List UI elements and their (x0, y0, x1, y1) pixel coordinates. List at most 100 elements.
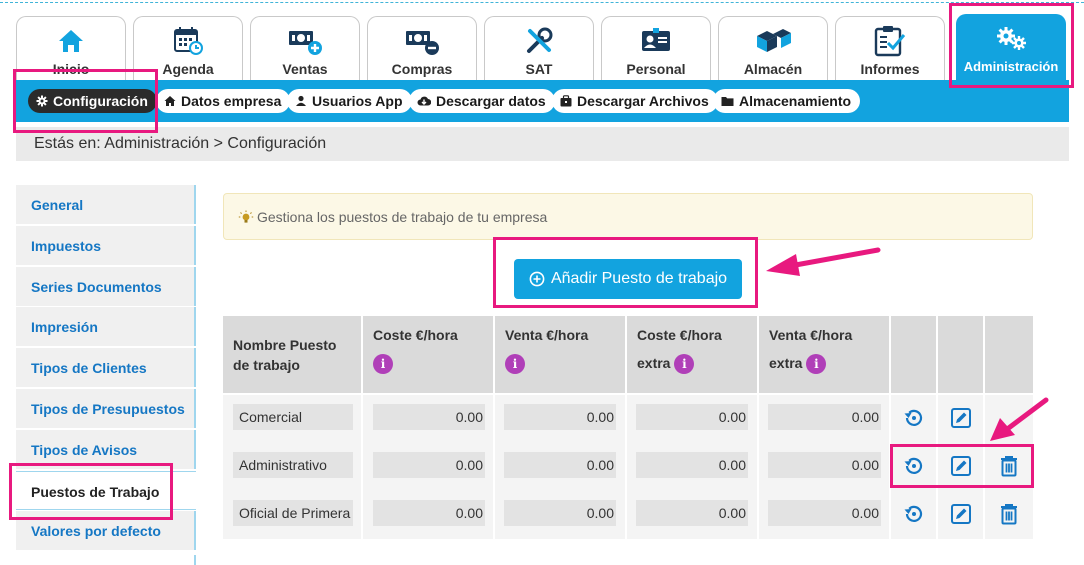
side-item-general[interactable]: General (16, 185, 196, 224)
side-item-impresion[interactable]: Impresión (16, 307, 196, 346)
sale-hour-field[interactable]: 0.00 (504, 404, 616, 430)
sale-hour-extra-field[interactable]: 0.00 (768, 500, 881, 526)
restore-button[interactable] (902, 406, 926, 430)
sale-hour-field[interactable]: 0.00 (504, 500, 616, 526)
column-header-restore (891, 316, 936, 393)
info-notice: Gestiona los puestos de trabajo de tu em… (223, 193, 1033, 240)
cost-hour-field[interactable]: 0.00 (373, 452, 485, 478)
breadcrumb: Estás en: Administración > Configuración (16, 127, 1069, 161)
job-name-field[interactable]: Administrativo (233, 452, 353, 478)
side-item-label: Tipos de Presupuestos (31, 401, 185, 417)
briefcase-icon (560, 95, 572, 107)
delete-button[interactable] (997, 454, 1021, 478)
subnav-descargar-datos[interactable]: Descargar datos (409, 89, 555, 113)
job-name-field[interactable]: Comercial (233, 404, 353, 430)
side-item-label: Impuestos (31, 238, 102, 254)
subnav-label: Almacenamiento (739, 93, 852, 109)
plus-circle-icon (529, 271, 545, 287)
lightbulb-icon (238, 210, 254, 224)
top-dashed-border (0, 2, 1084, 3)
edit-icon (951, 504, 971, 524)
edit-button[interactable] (949, 502, 973, 526)
subnav-label: Usuarios App (312, 93, 403, 109)
module-tab-administracion[interactable]: Administración (956, 14, 1066, 80)
job-positions-table: Nombre Puesto de trabajo Coste €/hora i … (223, 316, 1033, 539)
module-tab-label: Compras (391, 61, 453, 77)
module-tab-label: Almacén (743, 61, 803, 77)
sale-hour-field[interactable]: 0.00 (504, 452, 616, 478)
side-item-tipos-avisos[interactable]: Tipos de Avisos (16, 430, 196, 469)
subnav-configuracion[interactable]: Configuración (28, 89, 157, 113)
subnav-datos-empresa[interactable]: Datos empresa (156, 89, 291, 113)
job-name-field[interactable]: Oficial de Primera (233, 500, 353, 526)
module-tab-informes[interactable]: Informes (835, 16, 945, 80)
module-tab-almacen[interactable]: Almacén (718, 16, 828, 80)
side-item-label: General (31, 197, 84, 213)
delete-button[interactable] (997, 502, 1021, 526)
side-item-impuestos[interactable]: Impuestos (16, 226, 196, 265)
subnav-almacenamiento[interactable]: Almacenamiento (713, 89, 861, 113)
module-tab-sat[interactable]: SAT (484, 16, 594, 80)
sale-hour-extra-field[interactable]: 0.00 (768, 404, 881, 430)
column-divider (757, 316, 759, 539)
restore-icon (904, 457, 923, 474)
module-tab-label: SAT (525, 61, 553, 77)
cost-hour-field[interactable]: 0.00 (373, 500, 485, 526)
column-divider (983, 316, 985, 539)
restore-icon (904, 409, 923, 426)
side-menu-border (194, 555, 196, 565)
notice-text: Gestiona los puestos de trabajo de tu em… (257, 209, 548, 225)
side-item-puestos-trabajo[interactable]: Puestos de Trabajo (16, 471, 196, 510)
module-tab-agenda[interactable]: Agenda (133, 16, 243, 80)
column-header-cost-hour: Coste €/hora i (363, 316, 493, 393)
gears-icon (957, 23, 1065, 55)
cost-hour-extra-field[interactable]: 0.00 (636, 452, 748, 478)
module-tab-personal[interactable]: Personal (601, 16, 711, 80)
money-plus-icon (251, 25, 359, 57)
arrow-annotation-add (766, 247, 881, 276)
column-divider (361, 316, 363, 539)
side-item-tipos-clientes[interactable]: Tipos de Clientes (16, 348, 196, 387)
cost-hour-extra-field[interactable]: 0.00 (636, 500, 748, 526)
side-item-tipos-presupuestos[interactable]: Tipos de Presupuestos (16, 389, 196, 428)
info-icon[interactable]: i (806, 354, 827, 375)
edit-button[interactable] (949, 406, 973, 430)
edit-icon (951, 456, 971, 476)
side-item-valores-defecto[interactable]: Valores por defecto (16, 511, 196, 550)
info-icon[interactable]: i (674, 354, 695, 375)
column-header-sale-hour: Venta €/hora i (495, 316, 625, 393)
module-tab-compras[interactable]: Compras (367, 16, 477, 80)
sale-hour-extra-field[interactable]: 0.00 (768, 452, 881, 478)
subnav-usuarios-app[interactable]: Usuarios App (287, 89, 412, 113)
module-tab-label: Agenda (162, 61, 214, 77)
add-job-position-button[interactable]: Añadir Puesto de trabajo (514, 259, 742, 299)
sub-toolbar: Configuración Datos empresa Usuarios App… (16, 80, 1069, 122)
restore-button[interactable] (902, 454, 926, 478)
side-item-label: Impresión (31, 319, 98, 335)
module-tab-label: Personal (626, 61, 686, 77)
info-icon[interactable]: i (373, 354, 393, 375)
column-header-name: Nombre Puesto de trabajo (223, 316, 361, 393)
subnav-descargar-archivos[interactable]: Descargar Archivos (552, 89, 718, 113)
edit-icon (951, 408, 971, 428)
column-divider (889, 316, 891, 539)
money-minus-icon (368, 25, 476, 57)
side-item-label: Valores por defecto (31, 523, 161, 539)
column-header-cost-hour-extra: Coste €/hora extra i (627, 316, 757, 393)
module-tab-ventas[interactable]: Ventas (250, 16, 360, 80)
subnav-label: Datos empresa (181, 93, 282, 109)
cost-hour-field[interactable]: 0.00 (373, 404, 485, 430)
side-item-series-documentos[interactable]: Series Documentos (16, 267, 196, 306)
column-divider (493, 316, 495, 539)
edit-button[interactable] (949, 454, 973, 478)
add-button-label: Añadir Puesto de trabajo (550, 270, 728, 287)
subnav-label: Configuración (53, 93, 148, 109)
info-icon[interactable]: i (505, 354, 525, 375)
module-tab-label: Ventas (282, 61, 328, 77)
subnav-label: Descargar datos (436, 93, 546, 109)
cost-hour-extra-field[interactable]: 0.00 (636, 404, 748, 430)
module-tab-inicio[interactable]: Inicio (16, 16, 126, 80)
restore-button[interactable] (902, 502, 926, 526)
id-card-icon (602, 25, 710, 57)
side-item-label: Tipos de Clientes (31, 360, 147, 376)
